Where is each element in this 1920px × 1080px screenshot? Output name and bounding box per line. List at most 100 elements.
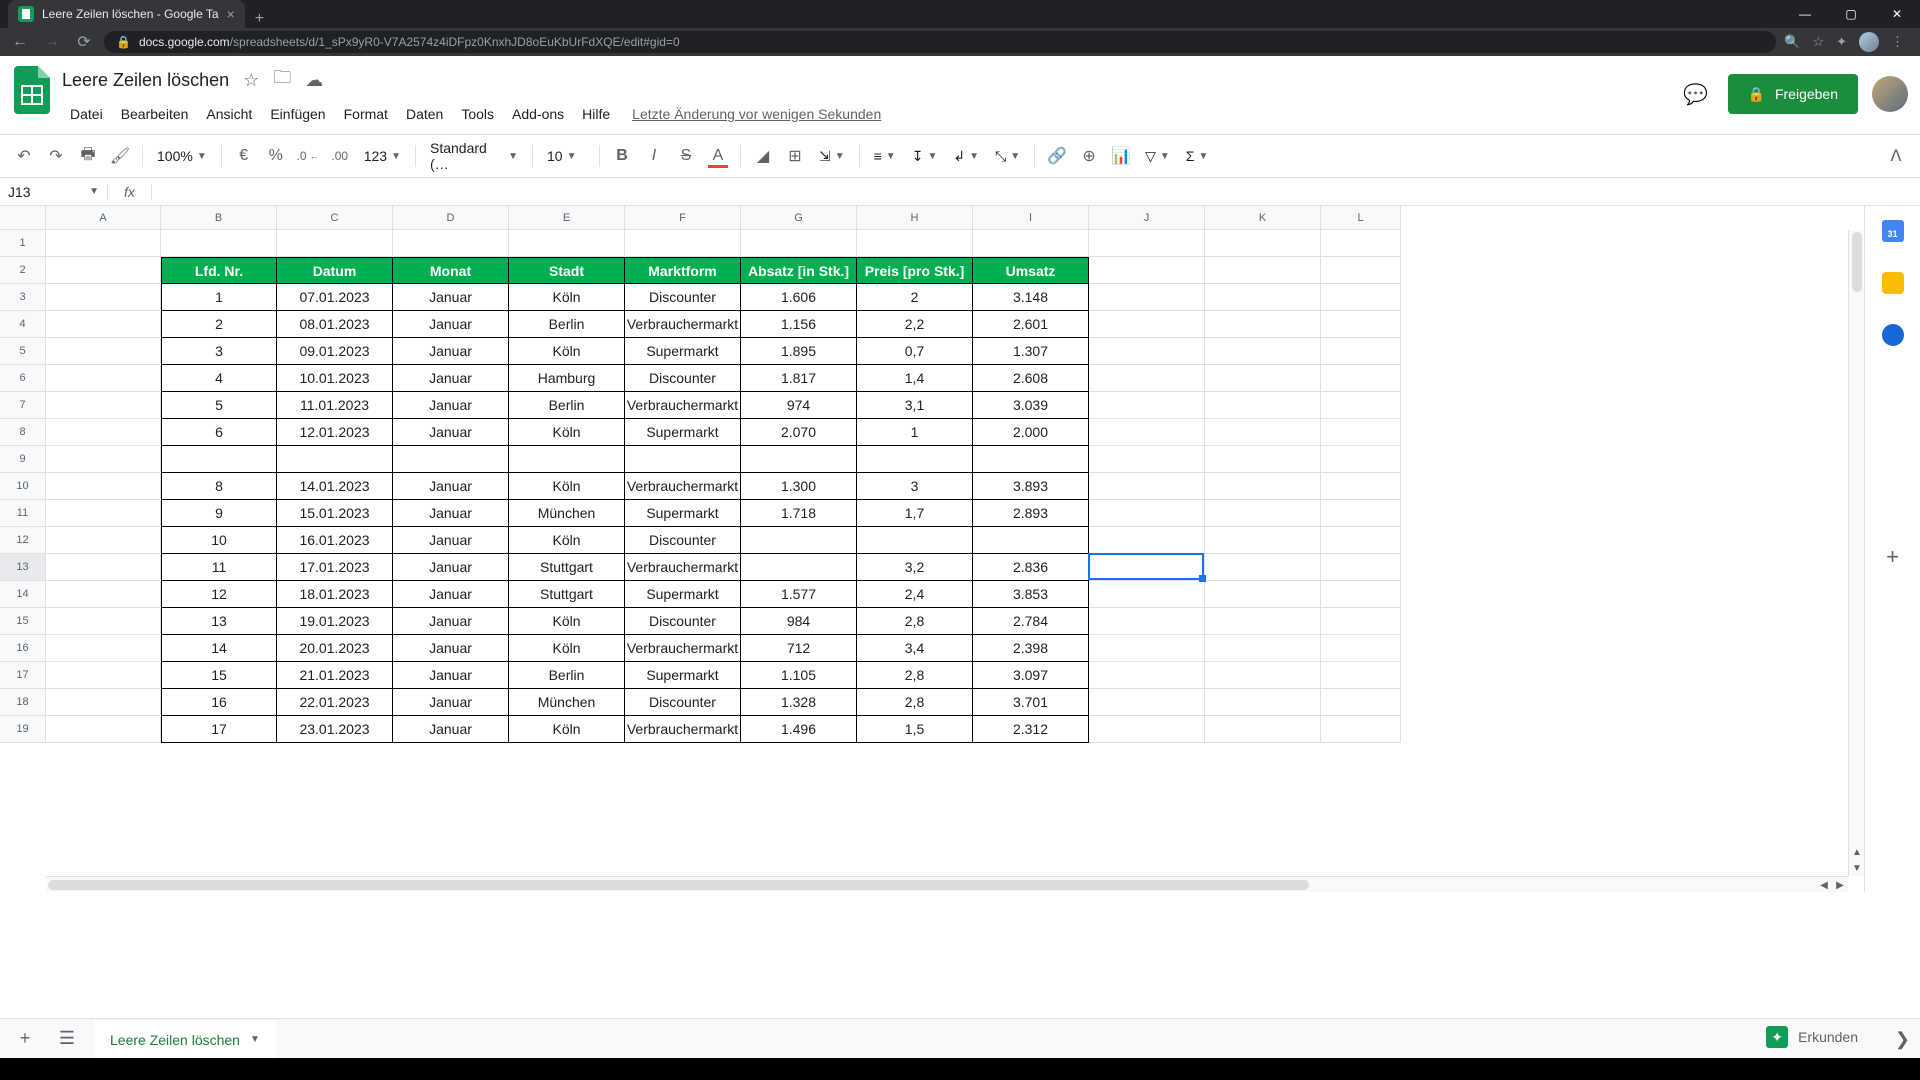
col-header-D[interactable]: D xyxy=(393,206,509,230)
cell[interactable]: 16 xyxy=(161,689,277,716)
side-panel-toggle[interactable]: ❯ xyxy=(1895,1029,1910,1050)
cell[interactable]: Köln xyxy=(509,716,625,743)
cell[interactable]: Monat xyxy=(393,257,509,284)
cell[interactable] xyxy=(1321,392,1401,419)
cell[interactable]: Köln xyxy=(509,635,625,662)
cell[interactable]: Januar xyxy=(393,554,509,581)
cell[interactable]: 3,1 xyxy=(857,392,973,419)
menu-tools[interactable]: Tools xyxy=(453,102,502,126)
cell[interactable]: 12 xyxy=(161,581,277,608)
cell[interactable]: 1.300 xyxy=(741,473,857,500)
cell[interactable] xyxy=(46,284,161,311)
explore-button[interactable]: ✦ Erkunden xyxy=(1754,1020,1870,1054)
name-box[interactable]: J13▼ xyxy=(0,184,108,200)
row-header-9[interactable]: 9 xyxy=(0,446,46,473)
link-button[interactable]: 🔗 xyxy=(1043,142,1071,170)
number-format-select[interactable]: 123▼ xyxy=(358,148,407,164)
cell[interactable]: 1.496 xyxy=(741,716,857,743)
cell[interactable] xyxy=(1089,257,1205,284)
collapse-toolbar-button[interactable]: ᐱ xyxy=(1882,142,1910,170)
cell[interactable]: Januar xyxy=(393,392,509,419)
cell[interactable] xyxy=(1089,635,1205,662)
row-header-6[interactable]: 6 xyxy=(0,365,46,392)
cell[interactable]: 4 xyxy=(161,365,277,392)
comments-button[interactable]: 💬 xyxy=(1678,76,1714,112)
filter-button[interactable]: ▽▼ xyxy=(1139,148,1176,165)
cell[interactable] xyxy=(857,527,973,554)
cell[interactable] xyxy=(1205,419,1321,446)
cell[interactable]: Januar xyxy=(393,419,509,446)
row-header-10[interactable]: 10 xyxy=(0,473,46,500)
cell[interactable]: 1.606 xyxy=(741,284,857,311)
cell[interactable]: 11.01.2023 xyxy=(277,392,393,419)
menu-datei[interactable]: Datei xyxy=(62,102,111,126)
cell[interactable]: 5 xyxy=(161,392,277,419)
cell[interactable] xyxy=(1321,365,1401,392)
cell[interactable] xyxy=(1089,392,1205,419)
row-header-16[interactable]: 16 xyxy=(0,635,46,662)
cell[interactable] xyxy=(1321,608,1401,635)
cell[interactable] xyxy=(46,419,161,446)
cell[interactable] xyxy=(1089,689,1205,716)
bookmark-icon[interactable]: ☆ xyxy=(1812,34,1824,50)
font-size-select[interactable]: 10▼ xyxy=(541,148,591,164)
cell[interactable]: Discounter xyxy=(625,608,741,635)
cell[interactable] xyxy=(1321,635,1401,662)
cell[interactable]: Köln xyxy=(509,419,625,446)
cell[interactable]: 1.105 xyxy=(741,662,857,689)
row-header-4[interactable]: 4 xyxy=(0,311,46,338)
cell[interactable]: 2.836 xyxy=(973,554,1089,581)
cell[interactable] xyxy=(1205,230,1321,257)
cell[interactable] xyxy=(46,338,161,365)
cell[interactable]: Berlin xyxy=(509,662,625,689)
v-align-button[interactable]: ↧▼ xyxy=(906,148,944,165)
cell[interactable]: 3.097 xyxy=(973,662,1089,689)
cell[interactable]: Berlin xyxy=(509,311,625,338)
cell[interactable] xyxy=(1089,527,1205,554)
cell[interactable]: 1.817 xyxy=(741,365,857,392)
row-header-18[interactable]: 18 xyxy=(0,689,46,716)
cell[interactable] xyxy=(625,230,741,257)
cell[interactable]: 2,2 xyxy=(857,311,973,338)
window-close-button[interactable]: ✕ xyxy=(1874,0,1920,28)
row-header-8[interactable]: 8 xyxy=(0,419,46,446)
cell[interactable]: Köln xyxy=(509,338,625,365)
cell[interactable]: 2,8 xyxy=(857,662,973,689)
cell[interactable]: München xyxy=(509,689,625,716)
tasks-icon[interactable] xyxy=(1882,324,1904,346)
col-header-K[interactable]: K xyxy=(1205,206,1321,230)
italic-button[interactable]: I xyxy=(640,142,668,170)
cell[interactable] xyxy=(46,689,161,716)
cell[interactable]: 23.01.2023 xyxy=(277,716,393,743)
cell[interactable] xyxy=(46,635,161,662)
vertical-scroll-thumb[interactable] xyxy=(1852,232,1862,292)
cell[interactable] xyxy=(46,554,161,581)
cell[interactable]: Januar xyxy=(393,527,509,554)
cell[interactable]: 3,2 xyxy=(857,554,973,581)
cell[interactable] xyxy=(1205,581,1321,608)
cell[interactable] xyxy=(741,527,857,554)
cell[interactable] xyxy=(1205,311,1321,338)
row-header-15[interactable]: 15 xyxy=(0,608,46,635)
row-header-7[interactable]: 7 xyxy=(0,392,46,419)
cell[interactable]: 13 xyxy=(161,608,277,635)
currency-button[interactable]: € xyxy=(230,142,258,170)
col-header-B[interactable]: B xyxy=(161,206,277,230)
wrap-button[interactable]: ↲▼ xyxy=(947,148,985,165)
cell[interactable]: 08.01.2023 xyxy=(277,311,393,338)
text-color-button[interactable]: A xyxy=(704,142,732,170)
select-all-corner[interactable] xyxy=(0,206,46,230)
bold-button[interactable]: B xyxy=(608,142,636,170)
cell[interactable]: Datum xyxy=(277,257,393,284)
cell[interactable] xyxy=(1205,527,1321,554)
cell[interactable]: 2.893 xyxy=(973,500,1089,527)
cell[interactable]: 17.01.2023 xyxy=(277,554,393,581)
col-header-J[interactable]: J xyxy=(1089,206,1205,230)
cell[interactable] xyxy=(277,230,393,257)
cell[interactable] xyxy=(625,446,741,473)
cloud-status-icon[interactable]: ☁ xyxy=(305,70,323,91)
cell[interactable] xyxy=(973,230,1089,257)
cell[interactable] xyxy=(46,257,161,284)
cell[interactable] xyxy=(1321,662,1401,689)
comment-button[interactable]: ⊕ xyxy=(1075,142,1103,170)
